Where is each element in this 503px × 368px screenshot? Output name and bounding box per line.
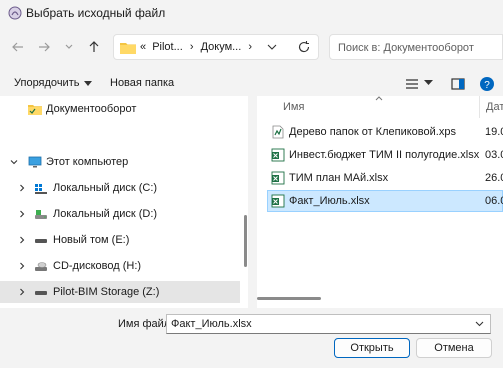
tree-item-documents[interactable]: Документооборот [0, 98, 240, 120]
tree-item-drive-z[interactable]: Pilot-BIM Storage (Z:) [0, 281, 240, 303]
search-input[interactable]: Поиск в: Документооборот [329, 34, 503, 60]
file-date: 26.0 [485, 172, 503, 184]
filename-input[interactable]: Факт_Июль.xlsx [166, 314, 491, 334]
arrow-right-icon [39, 42, 50, 52]
breadcrumb-overflow[interactable]: « [140, 41, 146, 53]
tree-item-drive-d[interactable]: Локальный диск (D:) [0, 203, 240, 225]
search-placeholder: Поиск в: Документооборот [338, 42, 474, 54]
up-button[interactable] [84, 37, 104, 57]
network-drive-icon [35, 291, 47, 295]
nav-pane-scrollbar[interactable] [244, 215, 247, 267]
chevron-down-icon [65, 44, 73, 49]
column-header-name[interactable]: Имя [283, 101, 304, 113]
arrow-up-icon [89, 41, 99, 52]
chevron-down-icon[interactable] [10, 158, 18, 166]
file-date: 03.0 [485, 149, 503, 161]
breadcrumb-separator: › [248, 41, 253, 53]
chevron-right-icon[interactable] [18, 288, 26, 296]
excel-file-icon [271, 194, 285, 208]
file-date: 19.0 [485, 126, 503, 138]
organize-menu-button[interactable]: Упорядочить [14, 77, 93, 89]
file-row[interactable]: Дерево папок от Клепиковой.xps 19.0 [267, 121, 503, 143]
file-open-dialog: Выбрать исходный файл « Pilot... › Докум… [0, 0, 503, 368]
cancel-button[interactable]: Отмена [416, 338, 492, 358]
file-name: Факт_Июль.xlsx [289, 195, 370, 207]
sort-ascending-icon [375, 96, 383, 101]
refresh-icon[interactable] [297, 40, 311, 54]
tree-item-label: CD-дисковод (H:) [53, 260, 142, 272]
address-bar[interactable]: « Pilot... › Докум... › [113, 34, 319, 60]
file-name: Дерево папок от Клепиковой.xps [289, 126, 456, 138]
tree-item-this-pc[interactable]: Этот компьютер [0, 151, 240, 173]
breadcrumb-item-pilot[interactable]: Pilot... [152, 41, 183, 53]
breadcrumb-item-documents[interactable]: Докум... [201, 41, 242, 53]
chevron-right-icon[interactable] [18, 236, 26, 244]
column-divider[interactable] [479, 96, 480, 118]
xps-file-icon [272, 125, 284, 139]
open-button[interactable]: Открыть [334, 338, 410, 358]
tree-item-label: Документооборот [46, 103, 137, 115]
windows-drive-icon [35, 184, 47, 194]
file-name: ТИМ план МАй.xlsx [289, 172, 389, 184]
app-icon [8, 6, 22, 20]
tree-item-drive-e[interactable]: Новый том (E:) [0, 229, 240, 251]
arrow-left-icon [12, 42, 23, 52]
chevron-right-icon[interactable] [18, 184, 26, 192]
tree-item-label: Pilot-BIM Storage (Z:) [53, 286, 160, 298]
command-bar: Упорядочить Новая папка ? [0, 70, 503, 96]
recent-locations-button[interactable] [59, 37, 79, 57]
chevron-right-icon[interactable] [18, 210, 26, 218]
title-bar: Выбрать исходный файл [0, 0, 503, 26]
computer-icon [28, 156, 42, 168]
file-list-scrollbar[interactable] [257, 297, 321, 300]
file-row-selected[interactable]: Факт_Июль.xlsx 06.0 [267, 190, 503, 212]
view-options-icon[interactable] [404, 76, 420, 92]
chevron-right-icon[interactable] [18, 262, 26, 270]
column-header-row: Имя Дата [257, 96, 503, 118]
folder-icon [120, 43, 136, 54]
caret-down-icon [84, 80, 93, 86]
tree-item-label: Локальный диск (C:) [53, 182, 158, 194]
column-header-date[interactable]: Дата [486, 101, 503, 113]
tree-item-drive-c[interactable]: Локальный диск (C:) [0, 177, 240, 199]
excel-file-icon [271, 148, 285, 162]
file-row[interactable]: ТИМ план МАй.xlsx 26.0 [267, 167, 503, 189]
file-row[interactable]: Инвест.бюджет ТИМ II полугодие.xlsx 03.0 [267, 144, 503, 166]
tree-item-label: Локальный диск (D:) [53, 208, 158, 220]
file-name: Инвест.бюджет ТИМ II полугодие.xlsx [289, 149, 480, 161]
navigation-pane: Документооборот Этот компьютер Локальный… [0, 96, 248, 308]
drive-icon [35, 239, 47, 243]
view-dropdown-icon[interactable] [424, 80, 433, 86]
file-date: 06.0 [485, 195, 503, 207]
tree-item-label: Новый том (E:) [53, 234, 130, 246]
organize-label: Упорядочить [14, 77, 80, 89]
tree-item-label: Этот компьютер [46, 156, 129, 168]
svg-text:?: ? [484, 80, 490, 91]
breadcrumb: « Pilot... › Докум... › [140, 41, 252, 53]
file-list: Имя Дата Дерево папок от Клепиковой.xps … [257, 96, 503, 308]
forward-button[interactable] [34, 37, 54, 57]
excel-file-icon [271, 171, 285, 185]
address-dropdown-icon[interactable] [267, 44, 277, 50]
new-folder-button[interactable]: Новая папка [110, 77, 174, 89]
window-title: Выбрать исходный файл [26, 6, 166, 20]
tree-item-drive-h[interactable]: CD-дисковод (H:) [0, 255, 240, 277]
folder-icon [28, 105, 42, 115]
preview-pane-icon[interactable] [450, 76, 466, 92]
navigation-bar: « Pilot... › Докум... › Поиск в: Докумен… [0, 32, 503, 62]
cd-drive-icon [35, 262, 47, 271]
chevron-down-icon[interactable] [475, 321, 484, 327]
pane-splitter[interactable] [248, 96, 257, 308]
breadcrumb-separator: › [189, 41, 194, 53]
drive-icon [35, 210, 47, 219]
help-icon[interactable]: ? [479, 76, 495, 92]
filename-value: Факт_Июль.xlsx [171, 318, 252, 330]
back-button[interactable] [8, 37, 28, 57]
